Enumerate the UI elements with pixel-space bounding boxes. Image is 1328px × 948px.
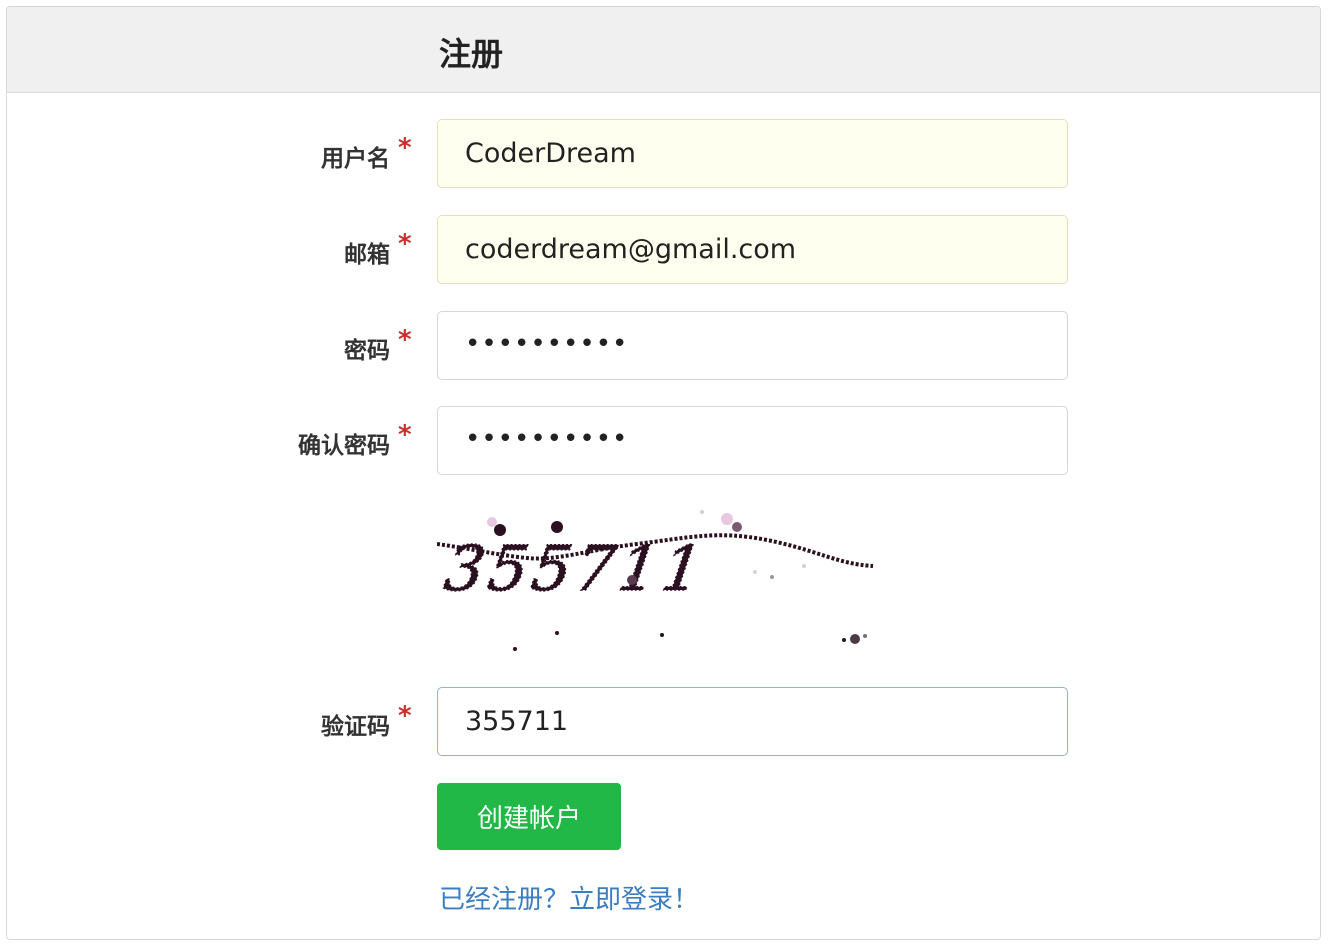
captcha-dot [721,513,733,525]
captcha-dot [802,564,806,568]
required-mark: * [398,325,412,355]
captcha-dot [627,575,637,585]
panel-header: 注册 [7,7,1320,93]
captcha-dot [700,510,704,514]
captcha-dot [494,524,506,536]
captcha-dot [551,521,563,533]
captcha-dot [732,522,742,532]
required-mark: * [398,229,412,259]
captcha-dot [863,634,867,638]
username-input[interactable]: CoderDream [437,119,1068,188]
username-label: 用户名 [321,146,390,172]
register-panel: 注册 用户名 * CoderDream 邮箱 * coderdream@gmai… [6,6,1321,940]
email-input[interactable]: coderdream@gmail.com [437,215,1068,284]
required-mark: * [398,133,412,163]
captcha-dot [555,631,559,635]
captcha-dot [660,633,664,637]
confirm-password-input[interactable]: •••••••••• [437,406,1068,475]
captcha-label: 验证码 [321,714,390,740]
captcha-image[interactable]: 355711 [437,500,877,660]
create-account-button[interactable]: 创建帐户 [437,783,621,850]
captcha-dot [850,634,860,644]
required-mark: * [398,420,412,450]
required-mark: * [398,701,412,731]
captcha-dot [513,647,517,651]
captcha-dot [487,517,497,527]
captcha-dot [753,570,757,574]
page-title: 注册 [439,35,504,73]
captcha-dot [842,638,846,642]
email-label: 邮箱 [344,242,390,268]
password-input[interactable]: •••••••••• [437,311,1068,380]
captcha-dot [770,575,774,579]
captcha-input[interactable]: 355711 [437,687,1068,756]
password-label: 密码 [344,338,390,364]
confirm-password-label: 确认密码 [298,433,390,459]
captcha-text: 355711 [440,532,711,605]
login-link[interactable]: 已经注册？立即登录！ [439,879,699,916]
